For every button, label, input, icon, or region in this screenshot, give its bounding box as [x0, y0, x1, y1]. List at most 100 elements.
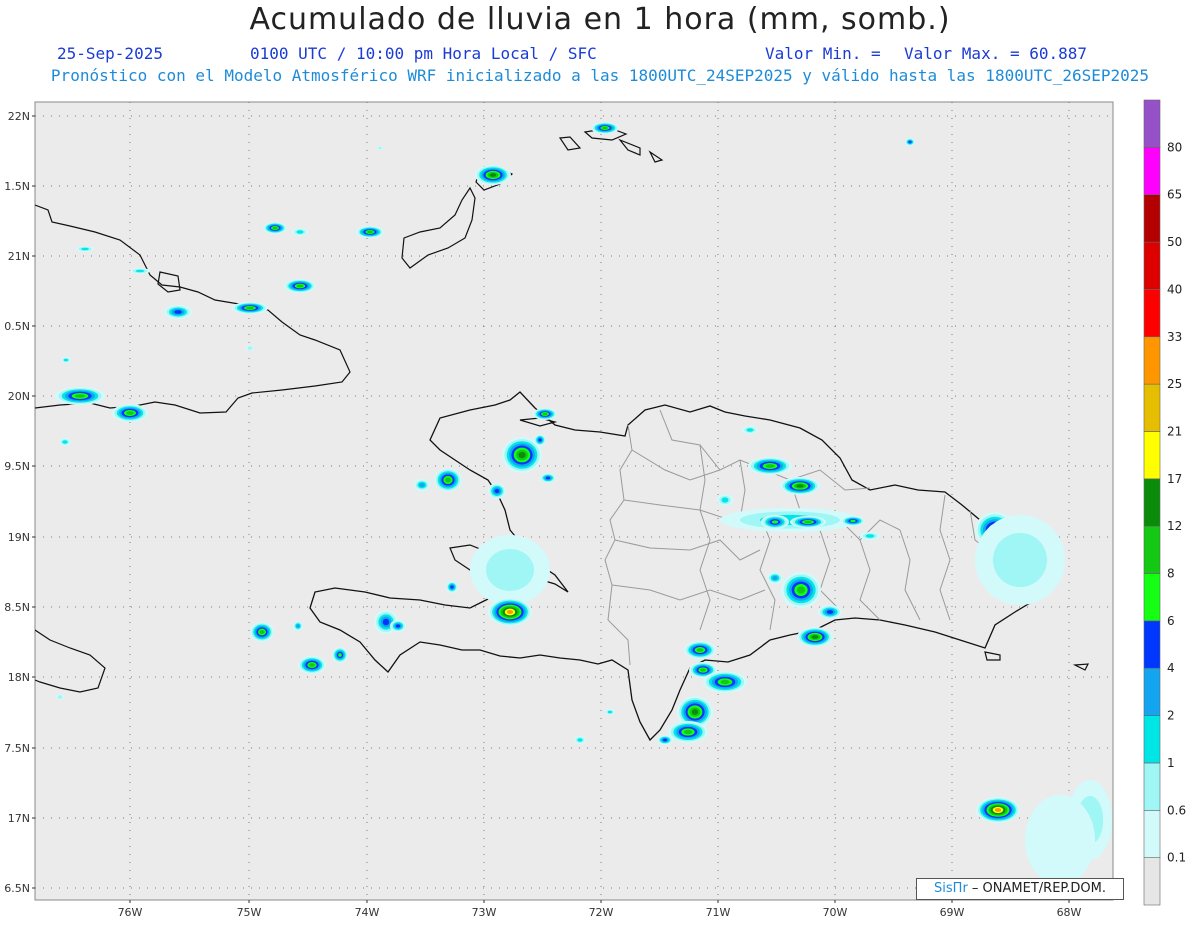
- precip-cell: [296, 284, 304, 288]
- precip-cell: [865, 534, 875, 538]
- latitude-tick-label: 0.5N: [4, 320, 30, 333]
- precip-cell: [62, 440, 68, 444]
- colorbar-label: 21: [1167, 424, 1182, 438]
- precip-cell: [246, 306, 254, 310]
- latitude-tick-label: 19N: [8, 531, 30, 544]
- precip-cell: [721, 497, 729, 503]
- precip-cell: [395, 624, 401, 628]
- precip-cell: [445, 477, 451, 483]
- precip-cell: [797, 586, 805, 594]
- precip-cell: [696, 648, 704, 652]
- plot-area: [34, 101, 1114, 901]
- latitude-tick-label: 17N: [8, 812, 30, 825]
- colorbar-swatch: [1143, 715, 1161, 764]
- colorbar-swatch: [1143, 525, 1161, 574]
- precip-cell: [811, 635, 819, 639]
- longitude-tick-label: 72W: [589, 906, 614, 919]
- colorbar-label: 4: [1167, 661, 1175, 675]
- latitude-tick-label: 1.5N: [4, 180, 30, 193]
- precip-cell: [700, 668, 706, 672]
- longitude-tick-label: 71W: [706, 906, 731, 919]
- precip-cell: [804, 520, 812, 524]
- credit-text: – ONAMET/REP.DOM.: [967, 881, 1106, 896]
- precip-cell: [486, 549, 534, 591]
- longitude-tick-label: 76W: [118, 906, 143, 919]
- latitude-tick-label: 20N: [8, 390, 30, 403]
- colorbar-swatch: [1143, 336, 1161, 385]
- colorbar-swatch: [1143, 383, 1161, 432]
- precip-cell: [81, 247, 89, 251]
- precip-cell: [296, 230, 304, 234]
- precip-cell: [296, 624, 300, 628]
- latitude-tick-label: 8.5N: [4, 601, 30, 614]
- colorbar-label: 33: [1167, 330, 1182, 344]
- precip-cell: [993, 533, 1047, 587]
- precip-cell: [518, 451, 526, 459]
- precip-cell: [1025, 795, 1095, 885]
- precip-cell: [772, 576, 778, 580]
- colorbar-swatch: [1143, 478, 1161, 527]
- colorbar-swatch: [1143, 809, 1161, 858]
- precip-cell: [309, 663, 315, 667]
- precip-cell: [771, 520, 779, 524]
- colorbar-swatch: [1143, 762, 1161, 811]
- precip-cell: [378, 146, 382, 150]
- precip-cell: [450, 585, 454, 589]
- precip-cell: [542, 412, 548, 416]
- colorbar-label: 25: [1167, 377, 1182, 391]
- latitude-tick-label: 18N: [8, 671, 30, 684]
- colorbar-swatch: [1143, 431, 1161, 480]
- precip-cell: [135, 269, 145, 273]
- latitude-tick-label: 9.5N: [4, 460, 30, 473]
- latitude-tick-label: 21N: [8, 250, 30, 263]
- precip-cell: [247, 346, 253, 350]
- colorbar-label: 0.1: [1167, 851, 1186, 865]
- precip-cell: [607, 710, 613, 714]
- colorbar-swatch: [1143, 241, 1161, 290]
- precip-cell: [57, 695, 63, 699]
- precip-cell: [489, 173, 497, 177]
- longitude-tick-label: 70W: [823, 906, 848, 919]
- precip-cell: [577, 738, 583, 742]
- colorbar-swatch: [1143, 667, 1161, 716]
- colorbar-label: 80: [1167, 140, 1182, 154]
- precip-cell: [126, 411, 134, 415]
- credit-box: SisПr – ONAMET/REP.DOM.: [916, 878, 1124, 900]
- longitude-tick-label: 68W: [1057, 906, 1082, 919]
- precip-cell: [908, 140, 912, 144]
- colorbar-label: 17: [1167, 472, 1182, 486]
- colorbar-label: 0.6: [1167, 803, 1186, 817]
- precip-cell: [494, 488, 500, 494]
- colorbar-swatch: [1143, 289, 1161, 338]
- precip-cell: [691, 709, 699, 715]
- precip-cell: [765, 464, 775, 468]
- colorbar-label: 2: [1167, 709, 1175, 723]
- colorbar-swatch: [1143, 573, 1161, 622]
- precip-cell: [796, 484, 804, 488]
- colorbar-label: 8: [1167, 567, 1175, 581]
- precip-cell: [382, 618, 390, 626]
- colorbar-label: 65: [1167, 188, 1182, 202]
- precip-cell: [75, 394, 85, 398]
- precip-cell: [994, 808, 1002, 812]
- precip-cell: [63, 358, 69, 362]
- longitude-tick-label: 74W: [355, 906, 380, 919]
- colorbar-swatch: [1143, 620, 1161, 669]
- colorbar-label: 1: [1167, 756, 1175, 770]
- colorbar-label: 50: [1167, 235, 1182, 249]
- precipitation-map: 22N 1.5N 21N 0.5N 20N 9.5N 19N 8.5N 18N 7.5N 17N 6.…: [4, 99, 1186, 919]
- precip-cell: [367, 230, 373, 234]
- longitude-tick-label: 69W: [940, 906, 965, 919]
- colorbar-swatch: [1143, 194, 1161, 243]
- colorbar-swatch: [1143, 857, 1161, 906]
- colorbar-label: 6: [1167, 614, 1175, 628]
- colorbar-label: 12: [1167, 519, 1182, 533]
- colorbar: 0.10.612468121721253340506580: [1143, 99, 1186, 906]
- precip-cell: [602, 126, 608, 130]
- precip-cell: [720, 679, 730, 685]
- precip-cell: [259, 630, 265, 634]
- precip-cell: [684, 729, 692, 735]
- precip-cell: [174, 310, 182, 314]
- colorbar-label: 40: [1167, 282, 1182, 296]
- precip-cell: [338, 653, 342, 657]
